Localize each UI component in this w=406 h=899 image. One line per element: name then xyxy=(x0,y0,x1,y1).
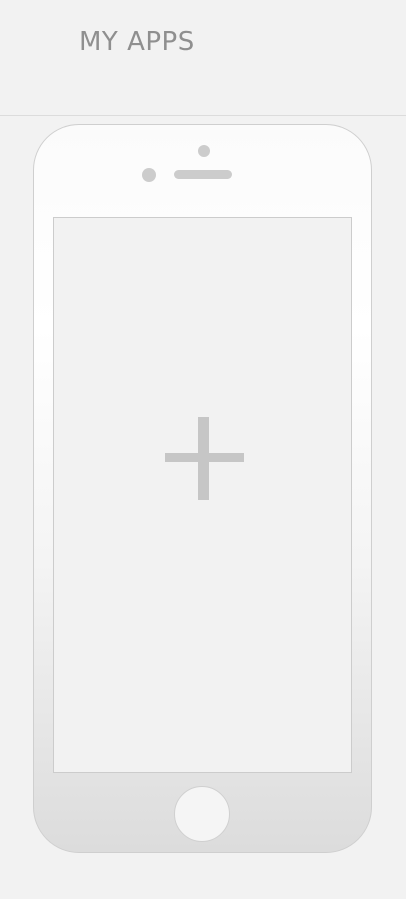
page-title: MY APPS xyxy=(79,27,195,57)
plus-icon-vertical-bar[interactable] xyxy=(198,417,209,500)
camera-icon xyxy=(142,168,156,182)
speaker-icon xyxy=(174,170,232,179)
sensor-icon xyxy=(198,145,210,157)
home-button xyxy=(174,786,230,842)
header: MY APPS xyxy=(0,0,406,116)
